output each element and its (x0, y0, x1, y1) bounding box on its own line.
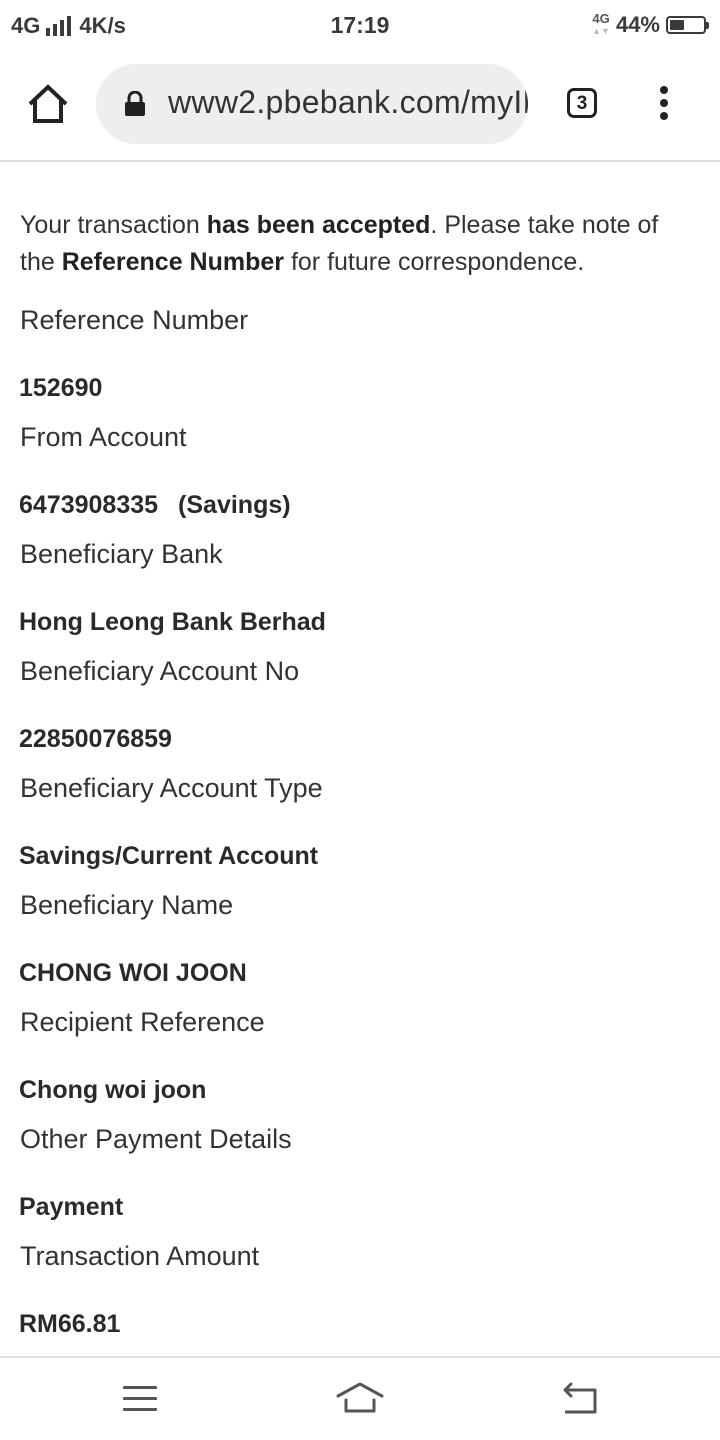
battery-icon (666, 16, 709, 34)
beneficiary-bank-value: Hong Leong Bank Berhad (19, 608, 326, 636)
beneficiary-name-label: Beneficiary Name (20, 890, 234, 920)
from-account-number: 6473908335 (19, 491, 159, 519)
screen: 4G 4K/s 17:19 4G ▲▼ 44% www2.pbebank.com… (0, 0, 720, 1440)
from-account-type: (Savings) (178, 491, 291, 519)
url-text: www2.pbebank.com/myIBK/apps/2.0/transfer (168, 84, 528, 120)
address-bar[interactable]: www2.pbebank.com/myIBK/apps/2.0/transfer (96, 64, 528, 144)
battery-fill (670, 20, 684, 30)
hamburger-icon[interactable] (123, 1386, 157, 1414)
back-icon[interactable] (560, 1382, 598, 1416)
notice-text: Your transaction (20, 211, 207, 239)
toolbar-divider (0, 160, 720, 162)
system-navbar (0, 1358, 720, 1440)
secondary-network-icon: 4G ▲▼ (592, 11, 610, 36)
reference-number-label: Reference Number (20, 305, 249, 335)
recipient-reference-value: Chong woi joon (19, 1076, 207, 1104)
lock-icon (125, 91, 145, 116)
reference-number-value: 152690 (19, 374, 103, 402)
from-account-label: From Account (20, 422, 187, 452)
beneficiary-bank-label: Beneficiary Bank (20, 539, 223, 569)
transaction-amount-label: Transaction Amount (20, 1241, 260, 1271)
tab-count: 3 (576, 93, 588, 114)
notice-accepted: has been accepted (206, 211, 431, 239)
beneficiary-account-no-value: 22850076859 (19, 725, 172, 753)
confirmation-notice: Your transaction has been accepted. Plea… (20, 207, 700, 281)
beneficiary-account-type-value: Savings/Current Account (19, 842, 319, 870)
from-account-value: 6473908335 (Savings) (19, 491, 291, 520)
beneficiary-account-no-label: Beneficiary Account No (20, 656, 300, 686)
more-vert-icon[interactable] (650, 86, 678, 122)
status-bar: 4G 4K/s 17:19 4G ▲▼ 44% (0, 0, 720, 50)
home-icon[interactable] (24, 80, 72, 128)
other-payment-details-label: Other Payment Details (20, 1124, 292, 1154)
secondary-network-label: 4G (592, 11, 610, 26)
battery-percent: 44% (615, 12, 660, 37)
beneficiary-name-value: CHONG WOI JOON (19, 959, 247, 987)
other-payment-details-value: Payment (19, 1193, 124, 1221)
home-gesture-icon[interactable] (335, 1380, 385, 1416)
beneficiary-account-type-label: Beneficiary Account Type (20, 773, 323, 803)
notice-reference-number: Reference Number (61, 248, 285, 276)
transaction-amount-value: RM66.81 (19, 1310, 121, 1338)
tab-switcher-icon[interactable]: 3 (567, 88, 597, 118)
browser-toolbar: www2.pbebank.com/myIBK/apps/2.0/transfer… (0, 50, 720, 160)
recipient-reference-label: Recipient Reference (20, 1007, 265, 1037)
status-right: 4G ▲▼ 44% (592, 11, 709, 38)
notice-text: for future correspondence. (284, 248, 585, 276)
